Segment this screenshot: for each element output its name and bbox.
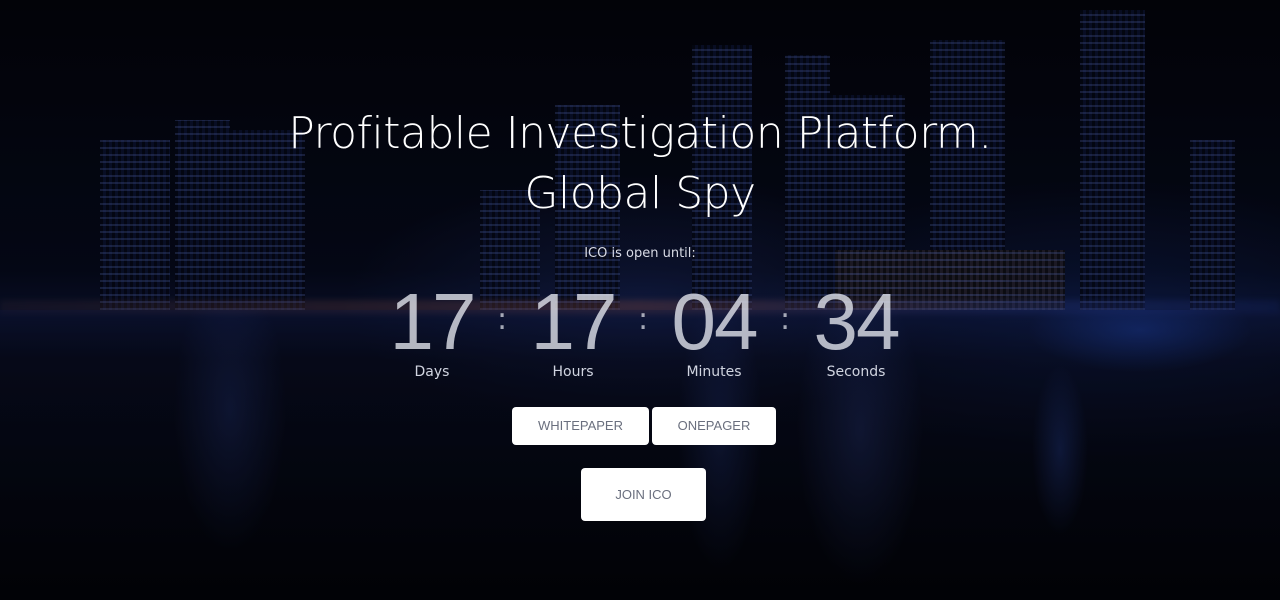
days-label: Days — [414, 364, 450, 380]
page-title: Profitable Investigation Platform. Globa… — [0, 104, 1280, 224]
minutes-label: Minutes — [686, 364, 742, 380]
hours-label: Hours — [552, 364, 594, 380]
join-ico-button[interactable]: JOIN ICO — [581, 468, 706, 521]
ico-open-label: ICO is open until: — [584, 246, 696, 261]
hero-section: Profitable Investigation Platform. Globa… — [0, 0, 1280, 600]
countdown-seconds: 34 Seconds — [804, 277, 908, 381]
hours-value: 17 — [530, 277, 618, 366]
countdown-separator: : — [780, 302, 791, 337]
title-line-2: Global Spy — [524, 168, 756, 219]
seconds-value: 34 — [813, 277, 901, 366]
title-line-1: Profitable Investigation Platform. — [288, 108, 992, 159]
countdown-timer: 17 Days : 17 Hours : 04 Minutes : 34 Sec… — [380, 282, 910, 392]
seconds-label: Seconds — [826, 364, 886, 380]
minutes-value: 04 — [671, 277, 759, 366]
countdown-separator: : — [638, 302, 649, 337]
days-value: 17 — [389, 277, 477, 366]
countdown-minutes: 04 Minutes — [662, 277, 766, 381]
countdown-hours: 17 Hours — [521, 277, 625, 381]
countdown-days: 17 Days — [380, 277, 484, 381]
onepager-button[interactable]: ONEPAGER — [652, 407, 776, 445]
countdown-separator: : — [497, 302, 508, 337]
whitepaper-button[interactable]: WHITEPAPER — [512, 407, 649, 445]
